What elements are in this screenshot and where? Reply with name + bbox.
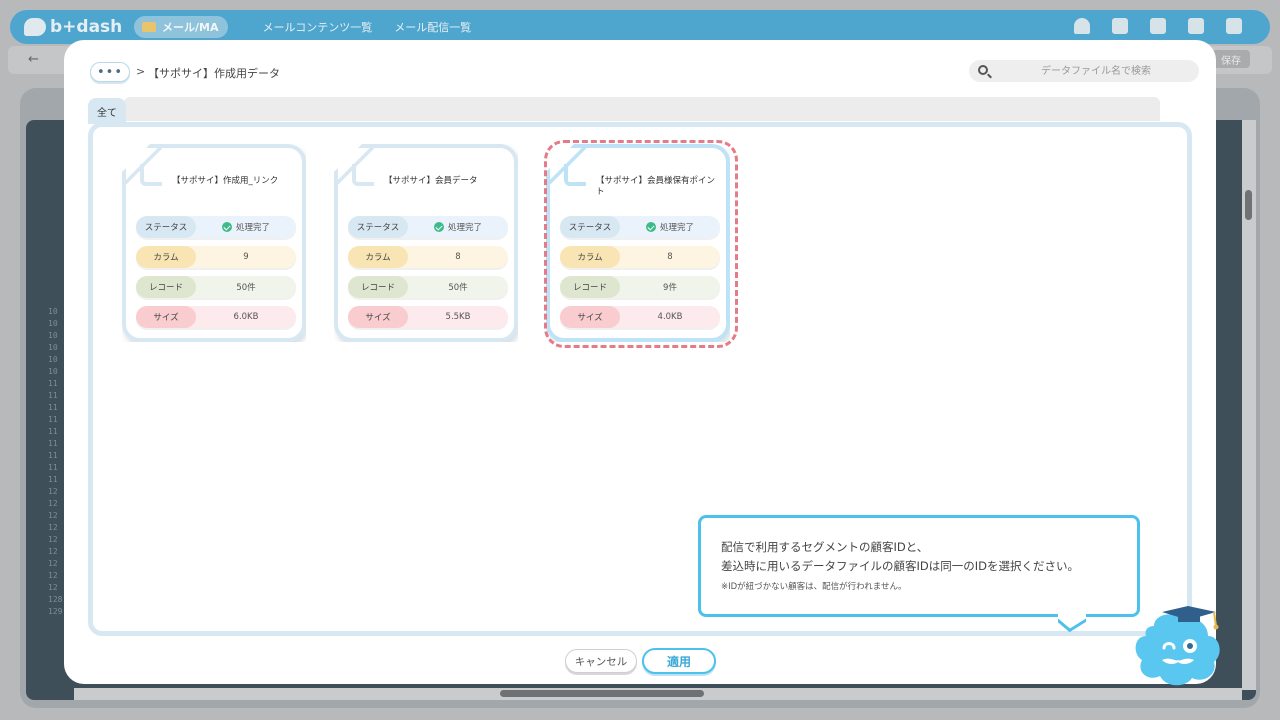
- logo-text: b+dash: [50, 17, 123, 37]
- size-row: サイズ 5.5KB: [348, 306, 508, 328]
- mascot-icon: [1135, 606, 1220, 686]
- cancel-button[interactable]: キャンセル: [565, 649, 637, 673]
- tab-strip: [124, 97, 1160, 121]
- status-text: 処理完了: [447, 223, 482, 233]
- record-label: レコード: [560, 276, 620, 298]
- module-switcher[interactable]: メール/MA: [134, 16, 229, 38]
- check-circle-icon: [645, 222, 656, 232]
- apply-button[interactable]: 適用: [642, 648, 716, 674]
- record-row: レコード 50件: [136, 276, 296, 298]
- file-name: 【サポサイ】作成用_リンク: [172, 176, 279, 186]
- horizontal-scroll-thumb[interactable]: [500, 690, 704, 697]
- column-row: カラム 8: [348, 246, 508, 268]
- file-fold-icon: [140, 164, 162, 186]
- size-value: 4.0KB: [657, 312, 683, 322]
- column-value: 9: [243, 252, 249, 262]
- support-icon[interactable]: [1188, 18, 1204, 34]
- hint-note: ※IDが紐づかない顧客は、配信が行われません。: [721, 582, 907, 592]
- search-input[interactable]: [1003, 60, 1189, 82]
- app-logo[interactable]: b+dash: [24, 17, 134, 37]
- record-label: レコード: [136, 276, 196, 298]
- file-fold-icon: [352, 164, 374, 186]
- data-file-card[interactable]: 【サポサイ】作成用_リンク ステータス 処理完了 カラム 9 レコード 50件 …: [122, 144, 306, 342]
- size-label: サイズ: [560, 306, 620, 328]
- status-label: ステータス: [348, 216, 408, 238]
- hint-line-2: 差込時に用いるデータファイルの顧客IDは同一のIDを選択ください。: [721, 559, 1079, 573]
- size-row: サイズ 4.0KB: [560, 306, 720, 328]
- size-label: サイズ: [136, 306, 196, 328]
- data-file-card-selected[interactable]: 【サポサイ】会員様保有ポイント ステータス 処理完了 カラム 8 レコード 9件…: [546, 144, 730, 342]
- wrench-icon[interactable]: [1112, 18, 1128, 34]
- tab-all[interactable]: 全て: [88, 98, 126, 124]
- vertical-scroll-thumb[interactable]: [1245, 190, 1252, 220]
- data-file-card[interactable]: 【サポサイ】会員データ ステータス 処理完了 カラム 8 レコード 50件 サイ…: [334, 144, 518, 342]
- top-navigation-bar: b+dash メール/MA メールコンテンツ一覧 メール配信一覧: [10, 10, 1270, 44]
- nav-link-mail-deliveries[interactable]: メール配信一覧: [394, 19, 471, 35]
- record-row: レコード 9件: [560, 276, 720, 298]
- column-value: 8: [667, 252, 673, 262]
- column-row: カラム 9: [136, 246, 296, 268]
- size-row: サイズ 6.0KB: [136, 306, 296, 328]
- top-icon-group: [1074, 18, 1242, 34]
- status-text: 処理完了: [659, 223, 694, 233]
- column-label: カラム: [560, 246, 620, 268]
- breadcrumb-separator: >: [136, 65, 146, 78]
- column-value: 8: [455, 252, 461, 262]
- file-name: 【サポサイ】会員データ: [384, 176, 478, 186]
- breadcrumb-current-folder: 【サポサイ】作成用データ: [148, 67, 280, 80]
- column-row: カラム 8: [560, 246, 720, 268]
- file-info-rows: ステータス 処理完了 カラム 8 レコード 9件 サイズ 4.0KB: [560, 216, 720, 336]
- folder-icon: [142, 22, 156, 32]
- hint-balloon: 配信で利用するセグメントの顧客IDと、 差込時に用いるデータファイルの顧客IDは…: [698, 515, 1140, 617]
- file-info-rows: ステータス 処理完了 カラム 8 レコード 50件 サイズ 5.5KB: [348, 216, 508, 336]
- status-value: 処理完了: [196, 221, 296, 233]
- module-label: メール/MA: [162, 21, 219, 34]
- vertical-scrollbar[interactable]: [1242, 120, 1256, 690]
- file-info-rows: ステータス 処理完了 カラム 9 レコード 50件 サイズ 6.0KB: [136, 216, 296, 336]
- status-label: ステータス: [560, 216, 620, 238]
- status-row: ステータス 処理完了: [136, 216, 296, 238]
- breadcrumb-more-button[interactable]: •••: [90, 62, 130, 82]
- grid-icon[interactable]: [1150, 18, 1166, 34]
- bell-icon[interactable]: [1074, 18, 1090, 34]
- record-value: 9件: [663, 283, 677, 293]
- horizontal-scrollbar[interactable]: [74, 688, 1242, 700]
- status-text: 処理完了: [235, 223, 270, 233]
- record-label: レコード: [348, 276, 408, 298]
- search-box: [969, 60, 1199, 82]
- back-arrow-icon[interactable]: ←: [28, 52, 39, 67]
- status-row: ステータス 処理完了: [560, 216, 720, 238]
- hint-balloon-tail: [1058, 612, 1086, 638]
- nav-link-mail-contents[interactable]: メールコンテンツ一覧: [262, 19, 372, 35]
- size-label: サイズ: [348, 306, 408, 328]
- column-label: カラム: [348, 246, 408, 268]
- status-value: 処理完了: [408, 221, 508, 233]
- size-value: 6.0KB: [233, 312, 259, 322]
- logo-icon: [24, 18, 46, 36]
- record-row: レコード 50件: [348, 276, 508, 298]
- data-file-select-modal: ••• > 【サポサイ】作成用データ 全て 【サポサイ】作成用_リンク ステータ…: [64, 40, 1216, 684]
- size-value: 5.5KB: [445, 312, 471, 322]
- record-value: 50件: [236, 283, 256, 293]
- file-name: 【サポサイ】会員様保有ポイント: [596, 176, 716, 197]
- record-value: 50件: [448, 283, 468, 293]
- save-button[interactable]: 保存: [1212, 50, 1250, 68]
- check-circle-icon: [221, 222, 232, 232]
- hint-line-1: 配信で利用するセグメントの顧客IDと、: [721, 540, 929, 554]
- logout-icon[interactable]: [1226, 18, 1242, 34]
- check-circle-icon: [433, 222, 444, 232]
- file-fold-icon: [564, 164, 586, 186]
- status-label: ステータス: [136, 216, 196, 238]
- search-icon: [978, 65, 988, 75]
- status-row: ステータス 処理完了: [348, 216, 508, 238]
- column-label: カラム: [136, 246, 196, 268]
- status-value: 処理完了: [620, 221, 720, 233]
